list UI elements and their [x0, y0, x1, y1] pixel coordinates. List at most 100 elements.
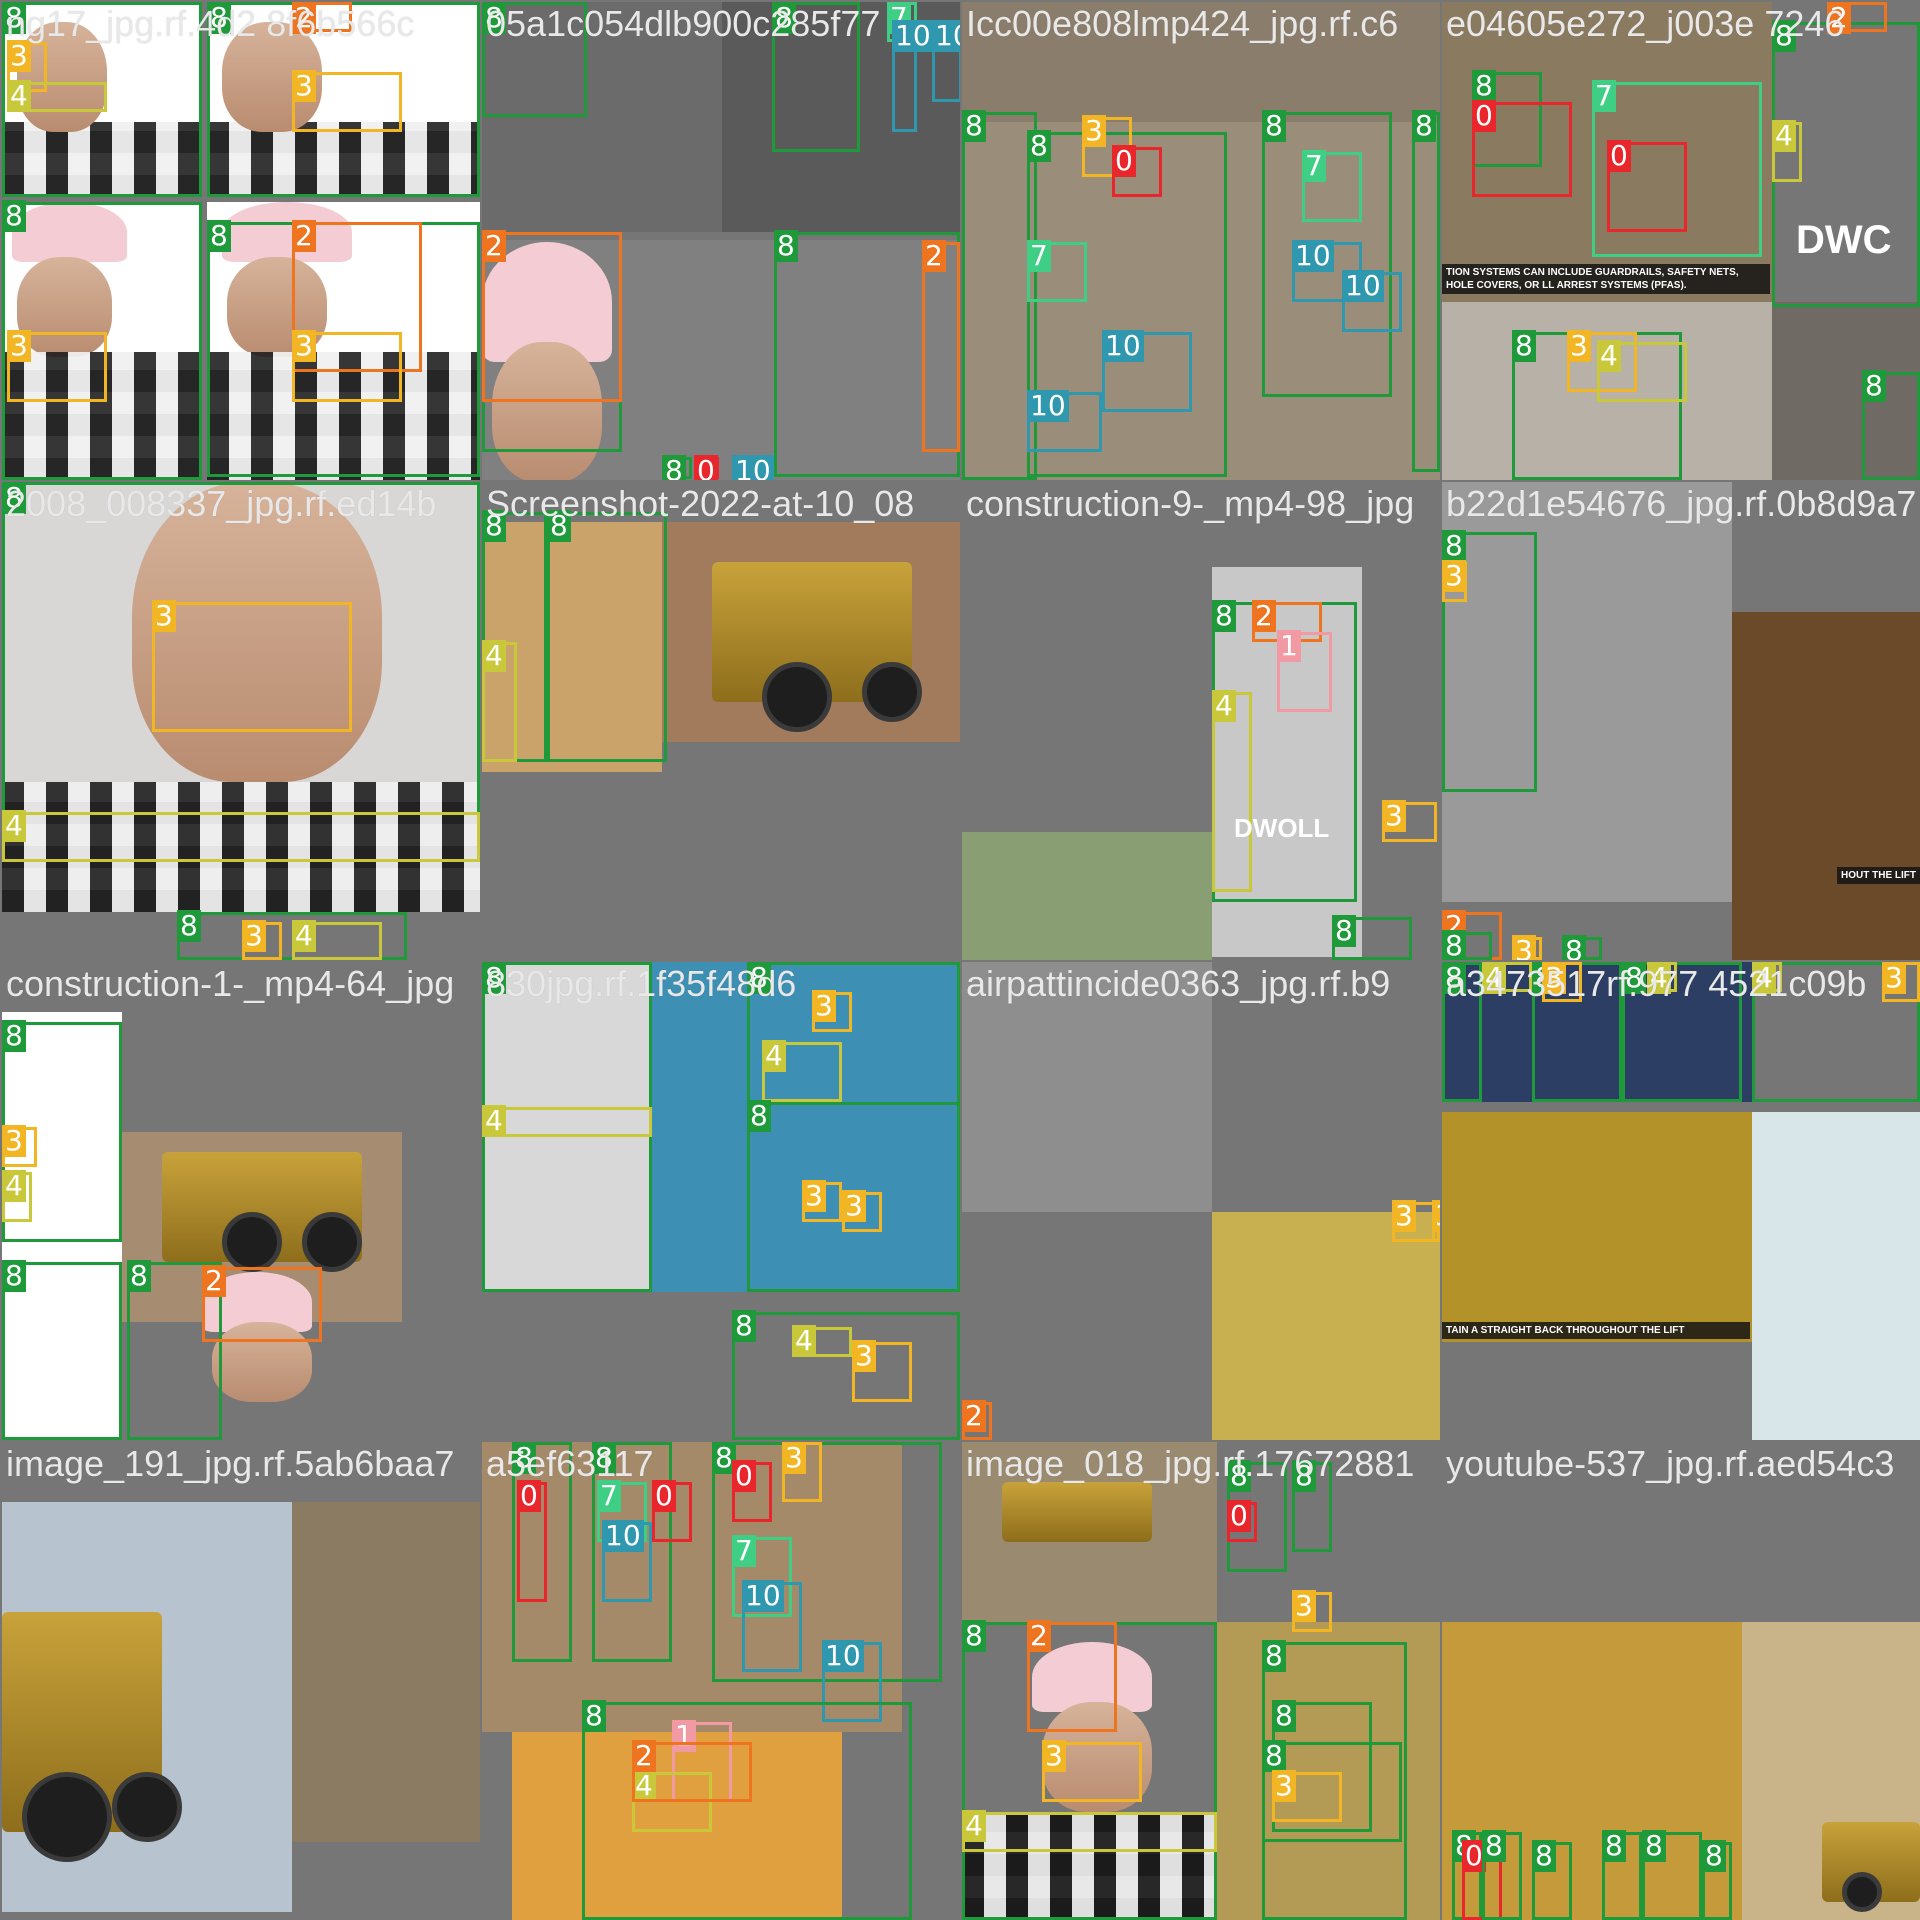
- bbox-label: 10: [822, 1640, 864, 1672]
- mosaic-tile: 8 4 8 Screenshot-2022-at-10_08: [482, 482, 960, 960]
- bbox-label: 8: [732, 1310, 756, 1342]
- bbox-label: 4: [292, 920, 316, 952]
- tile-filename: construction-1-_mp4-64_jpg: [6, 963, 455, 1004]
- dump-truck: [1002, 1482, 1152, 1542]
- bbox-label: 8: [592, 1442, 616, 1474]
- image-region: [962, 832, 1212, 960]
- bbox-label: 0: [1112, 145, 1136, 177]
- bbox-label: 8: [1412, 110, 1436, 142]
- mosaic-tile: 88710108282801005a1c054dlb900c285f77: [482, 2, 960, 480]
- bbox-class-4: [1212, 692, 1252, 892]
- bbox-label: 0: [732, 1460, 756, 1492]
- bbox-label: 3: [1542, 962, 1566, 994]
- bbox-label: 8: [774, 230, 798, 262]
- bbox-label: 4: [1647, 962, 1671, 994]
- mosaic-tile: 8 8 3 0 7 10 10 8 7 10 10 8 Icc00e808lmp424_jpg.rf.c…: [962, 2, 1440, 480]
- bbox-label: 3: [2, 1125, 26, 1157]
- bbox-label: 8: [547, 510, 571, 542]
- truck-wheel: [862, 662, 922, 722]
- bbox-label: 8: [1642, 1830, 1666, 1862]
- bbox-label: 10: [892, 20, 934, 52]
- bbox-label: 8: [1292, 1460, 1316, 1492]
- bbox-label: 3: [242, 920, 266, 952]
- bbox-label: 10: [1102, 330, 1144, 362]
- bbox-label: 3: [1382, 800, 1406, 832]
- bbox-label: 4: [7, 80, 31, 112]
- bbox-label: 3: [1432, 1200, 1440, 1232]
- bbox-label: 3: [1567, 330, 1591, 362]
- mosaic-tile: 8 0 7 0 8 2 4 8 3 4 8 e04605e272_j003e 7246 TION SYS…: [1442, 2, 1920, 480]
- tile-filename: construction-9-_mp4-98_jpg: [966, 483, 1415, 524]
- mosaic-tile: 8 0 8 7 10 0 8 0 3 7 10 10 8 1 4 2 a5ef63117: [482, 1442, 960, 1920]
- bbox-label: 2: [922, 240, 946, 272]
- image-region: [1442, 1112, 1752, 1342]
- bbox-label: 7: [1592, 80, 1616, 112]
- mosaic-tile: 8088888youtube-537_jpg.rf.aed54c3: [1442, 1442, 1920, 1920]
- bbox-label: 3: [292, 330, 316, 362]
- bbox-label: 8: [582, 1700, 606, 1732]
- bbox-label: 8: [2, 200, 26, 232]
- bbox-class-8: [1412, 112, 1440, 472]
- bbox-label: 2: [1252, 600, 1276, 632]
- image-region: [962, 962, 1212, 1212]
- bbox-label: 10: [932, 20, 960, 52]
- bbox-label: 4: [792, 1325, 816, 1357]
- bbox-label: 2: [632, 1740, 656, 1772]
- bbox-label: 8: [1512, 330, 1536, 362]
- bbox-label: 2: [292, 2, 316, 34]
- bbox-label: 8: [1862, 370, 1886, 402]
- bbox-label: 4: [1482, 962, 1506, 994]
- bbox-label: 3: [152, 600, 176, 632]
- bbox-label: 4: [482, 640, 506, 672]
- bbox-class-4: [2, 812, 480, 862]
- bbox-label: 10: [1342, 270, 1384, 302]
- bbox-label: 10: [742, 1580, 784, 1612]
- bbox-label: 0: [652, 1480, 676, 1512]
- bbox-class-3: [152, 602, 352, 732]
- bbox-label: 3: [782, 1442, 806, 1474]
- image-region: [292, 1502, 480, 1842]
- mosaic-tile: 8 3 2 8 3 8 b22d1e54676_jpg.rf.0b8d9a7 HOUT THE…: [1442, 482, 1920, 960]
- bbox-label: 8: [747, 962, 771, 994]
- tile-filename: youtube-537_jpg.rf.aed54c3: [1446, 1443, 1895, 1484]
- bbox-label: 7: [597, 1480, 621, 1512]
- mosaic-tile: 8 3 4 8 2 3 8 3 8 2 3 ng17_jpg.rf.4d2 8f6b566c: [2, 2, 480, 480]
- bbox-class-8: [962, 112, 1037, 480]
- bbox-label: 8: [962, 1620, 986, 1652]
- bbox-label: 8: [2, 1020, 26, 1052]
- bbox-label: 8: [962, 110, 986, 142]
- bbox-label: 2: [482, 230, 506, 262]
- bbox-label: 8: [2, 2, 26, 34]
- mosaic-tile: 848384843a3473517rf.977 4521c09bTAIN A S…: [1442, 962, 1920, 1440]
- image-region: [1752, 1112, 1920, 1440]
- bbox-label: 3: [1442, 560, 1466, 592]
- truck-wheel: [762, 662, 832, 732]
- bbox-label: 1: [1277, 630, 1301, 662]
- bbox-label: 8: [1272, 1700, 1296, 1732]
- bbox-label: 0: [1227, 1500, 1251, 1532]
- lift-sign-text: TAIN A STRAIGHT BACK THROUGHOUT THE LIFT: [1442, 1322, 1750, 1339]
- bbox-label: 0: [517, 1480, 541, 1512]
- image-region: [962, 2, 1440, 122]
- bbox-label: 4: [2, 1170, 26, 1202]
- bbox-label: 4: [1752, 962, 1776, 994]
- image-region: [1732, 612, 1920, 960]
- tile-filename: image_191_jpg.rf.5ab6baa7: [6, 1443, 455, 1484]
- bbox-label: 8: [1702, 1840, 1726, 1872]
- mosaic-tile: 8 0 8 8 2 3 4 8 3 8 8 3 image_018_jpg.rf.17672881: [962, 1442, 1440, 1920]
- bbox-label: 3: [1512, 935, 1536, 960]
- bbox-label: 8: [2, 482, 26, 514]
- bbox-label: 4: [1597, 340, 1621, 372]
- bbox-label: 8: [177, 910, 201, 942]
- bbox-label: 8: [1442, 930, 1466, 960]
- bbox-label: 2: [1827, 2, 1851, 34]
- bbox-label: 3: [842, 1190, 866, 1222]
- bbox-label: 8: [482, 2, 506, 34]
- bbox-label: 4: [2, 810, 26, 842]
- bbox-label: 8: [1212, 600, 1236, 632]
- bbox-label: 2: [962, 1400, 986, 1432]
- mosaic-tile: 332airpattincide0363_jpg.rf.b9: [962, 962, 1440, 1440]
- truck-wheel: [112, 1772, 182, 1842]
- bbox-label: 0: [694, 455, 718, 480]
- safety-sign-text: TION SYSTEMS CAN INCLUDE GUARDRAILS, SAF…: [1442, 264, 1770, 294]
